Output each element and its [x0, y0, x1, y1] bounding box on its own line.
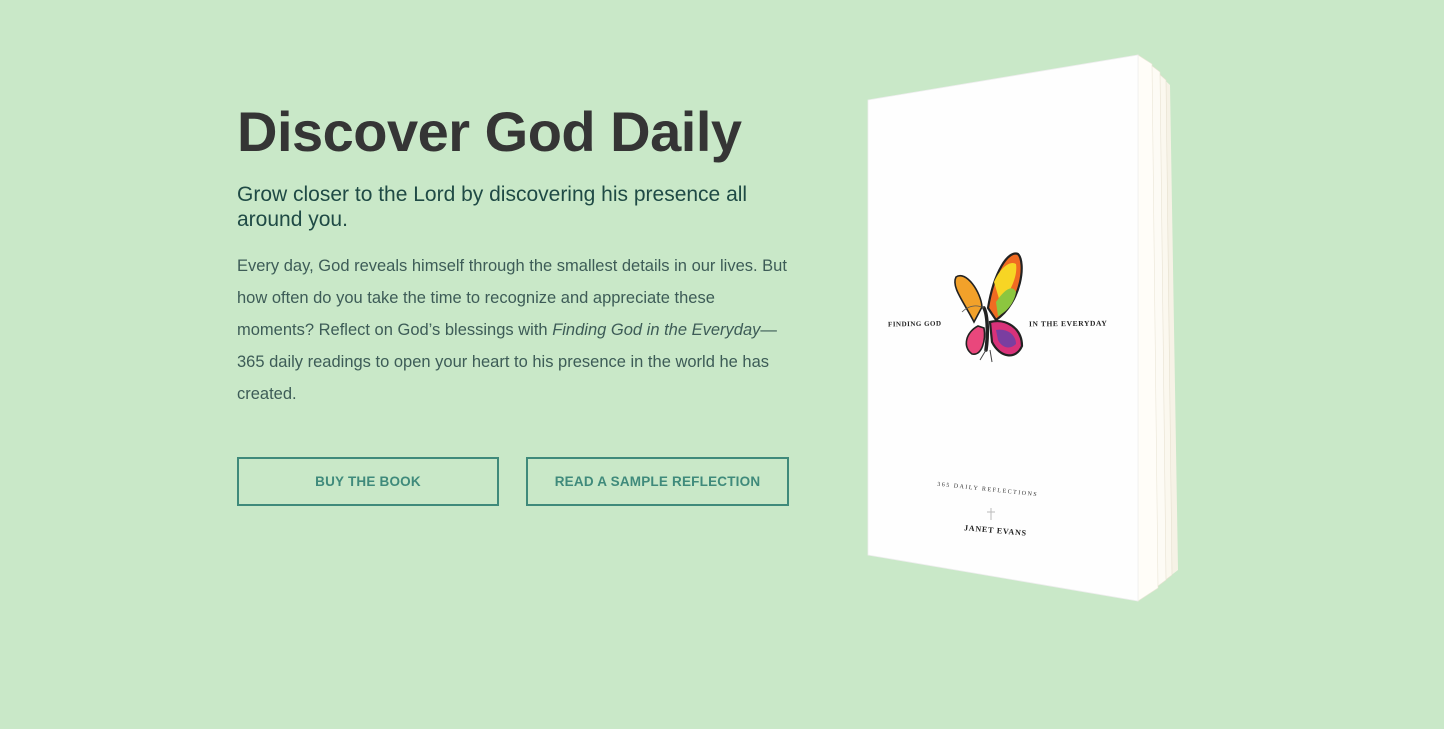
page-subtitle: Grow closer to the Lord by discovering h… — [237, 183, 748, 231]
book-illustration — [867, 54, 1178, 602]
book-title-left: FINDING GOD — [887, 319, 942, 329]
description-paragraph: Every day, God reveals himself through t… — [237, 250, 793, 410]
page-title: Discover God Daily — [237, 100, 742, 163]
buy-the-book-button[interactable]: BUY THE BOOK — [237, 457, 499, 506]
book-cover-image: FINDING GOD IN THE EVERYDAY 365 DAILY RE… — [860, 50, 1190, 610]
read-sample-button[interactable]: READ A SAMPLE REFLECTION — [526, 457, 789, 506]
hero-content: Discover God Daily Grow closer to the Lo… — [237, 100, 797, 410]
book-title-italic: Finding God in the Everyday — [552, 321, 761, 339]
book-title-right: IN THE EVERYDAY — [1028, 318, 1108, 329]
